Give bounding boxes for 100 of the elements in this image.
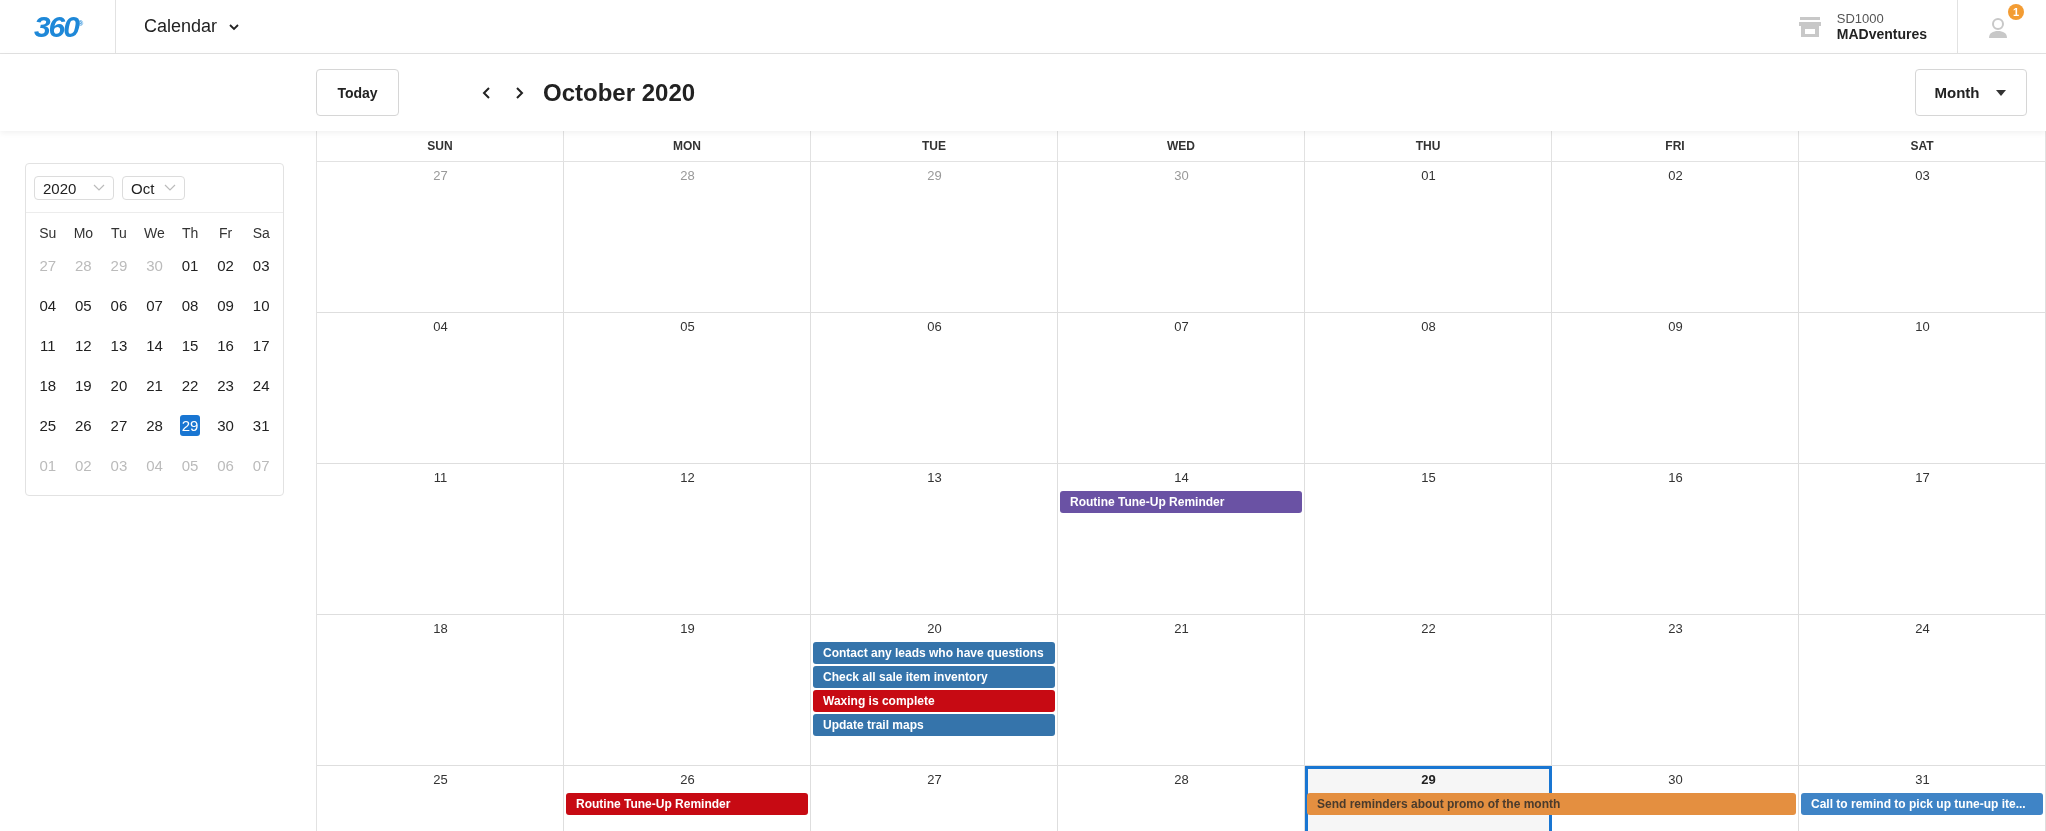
calendar-event[interactable]: Send reminders about promo of the month: [1307, 793, 1796, 815]
mini-calendar-day[interactable]: 09: [215, 294, 236, 316]
day-number: 21: [1174, 620, 1189, 636]
mini-calendar-day[interactable]: 11: [38, 334, 58, 356]
day-number: 14: [1174, 469, 1189, 485]
calendar-menu[interactable]: Calendar: [116, 0, 242, 53]
mini-calendar-day[interactable]: 16: [215, 334, 236, 356]
caret-down-icon: [1995, 88, 2008, 97]
day-number: 18: [433, 620, 448, 636]
day-number: 30: [1174, 167, 1189, 183]
mini-calendar-day[interactable]: 13: [108, 334, 130, 356]
weekday-label: Th: [180, 224, 200, 243]
notification-badge: 1: [2008, 4, 2024, 20]
today-button[interactable]: Today: [316, 69, 399, 116]
day-number: 17: [1915, 469, 1930, 485]
weekday-header: FRI: [1665, 139, 1685, 153]
weekday-label: Su: [38, 224, 58, 243]
chevron-down-icon: [164, 184, 177, 192]
day-number: 27: [433, 167, 448, 183]
day-number: 07: [1174, 318, 1189, 334]
mini-calendar-day[interactable]: 31: [250, 414, 272, 436]
mini-calendar-day[interactable]: 01: [179, 254, 201, 276]
mini-calendar-day[interactable]: 30: [215, 414, 236, 436]
day-number: 23: [1668, 620, 1683, 636]
mini-calendar-day[interactable]: 02: [215, 254, 236, 276]
mini-calendar-day[interactable]: 12: [73, 334, 94, 356]
day-number: 29: [927, 167, 942, 183]
day-number: 04: [433, 318, 448, 334]
weekday-label: We: [143, 224, 166, 243]
mini-calendar-day[interactable]: 22: [179, 374, 201, 396]
day-number: 02: [1668, 167, 1683, 183]
weekday-header: MON: [673, 139, 701, 153]
calendar-event[interactable]: Call to remind to pick up tune-up ite...: [1801, 793, 2043, 815]
day-number: 29: [1421, 771, 1436, 787]
day-number: 01: [1421, 167, 1436, 183]
day-number: 09: [1668, 318, 1683, 334]
day-number: 28: [680, 167, 695, 183]
day-number: 20: [927, 620, 942, 636]
mini-calendar-day[interactable]: 19: [73, 374, 94, 396]
weekday-label: Sa: [251, 224, 271, 243]
mini-calendar-day[interactable]: 27: [108, 414, 130, 436]
day-number: 19: [680, 620, 695, 636]
day-number: 27: [927, 771, 942, 787]
user-icon: [1986, 16, 2010, 40]
mini-calendar-day[interactable]: 26: [73, 414, 94, 436]
day-number: 10: [1915, 318, 1930, 334]
mini-calendar-day[interactable]: 28: [144, 414, 165, 436]
mini-calendar-day[interactable]: 08: [179, 294, 201, 316]
weekday-header: THU: [1415, 139, 1441, 153]
mini-calendar-day[interactable]: 21: [144, 374, 165, 396]
weekday-label: Mo: [72, 224, 95, 243]
calendar-event[interactable]: Routine Tune-Up Reminder: [1060, 491, 1302, 513]
account-code: SD1000: [1836, 11, 1885, 26]
chevron-down-icon: [93, 184, 105, 192]
view-dropdown[interactable]: Month: [1915, 69, 2027, 116]
mini-calendar-day[interactable]: 18: [37, 374, 59, 396]
mini-calendar-day[interactable]: 24: [250, 374, 272, 396]
mini-calendar-day[interactable]: 29: [179, 414, 201, 436]
day-number: 31: [1915, 771, 1930, 787]
weekday-label: Tu: [110, 224, 128, 243]
mini-calendar-day[interactable]: 05: [73, 294, 94, 316]
mini-calendar-day[interactable]: 25: [37, 414, 59, 436]
day-number: 22: [1421, 620, 1436, 636]
day-number: 24: [1915, 620, 1930, 636]
weekday-header: SAT: [1910, 139, 1934, 153]
day-number: 05: [680, 318, 695, 334]
day-number: 08: [1421, 318, 1436, 334]
chevron-left-icon: [481, 85, 493, 100]
mini-calendar-day[interactable]: 03: [250, 254, 272, 276]
store-icon: [1796, 14, 1823, 39]
day-number: 28: [1174, 771, 1189, 787]
calendar-event[interactable]: Update trail maps: [813, 714, 1055, 736]
calendar-event[interactable]: Waxing is complete: [813, 690, 1055, 712]
day-number: 16: [1668, 469, 1683, 485]
logo[interactable]: 360$^{®}$: [33, 9, 82, 44]
mini-calendar-day[interactable]: 04: [37, 294, 59, 316]
mini-calendar-day[interactable]: 23: [215, 374, 236, 396]
calendar-event[interactable]: Check all sale item inventory: [813, 666, 1055, 688]
account-name: MADventures: [1836, 26, 1927, 42]
mini-calendar-day[interactable]: 15: [179, 334, 201, 356]
day-number: 13: [927, 469, 942, 485]
mini-calendar-day[interactable]: 06: [108, 294, 130, 316]
mini-calendar-day[interactable]: 10: [250, 294, 272, 316]
mini-calendar-day[interactable]: 20: [108, 374, 130, 396]
mini-calendar-day[interactable]: 17: [250, 334, 272, 356]
day-number: 15: [1421, 469, 1436, 485]
year-select[interactable]: 2020: [34, 176, 114, 200]
mini-calendar-day[interactable]: 14: [144, 334, 165, 356]
mini-calendar-day[interactable]: 07: [144, 294, 165, 316]
weekday-header: WED: [1167, 139, 1195, 153]
calendar-event[interactable]: Routine Tune-Up Reminder: [566, 793, 808, 815]
day-number: 12: [680, 469, 695, 485]
calendar-event[interactable]: Contact any leads who have questions: [813, 642, 1055, 664]
day-number: 06: [927, 318, 942, 334]
day-number: 26: [680, 771, 695, 787]
month-title: October 2020: [543, 78, 696, 107]
month-select[interactable]: Oct: [122, 176, 186, 200]
weekday-header: TUE: [922, 139, 946, 153]
weekday-header: SUN: [427, 139, 453, 153]
chevron-right-icon: [513, 85, 525, 100]
